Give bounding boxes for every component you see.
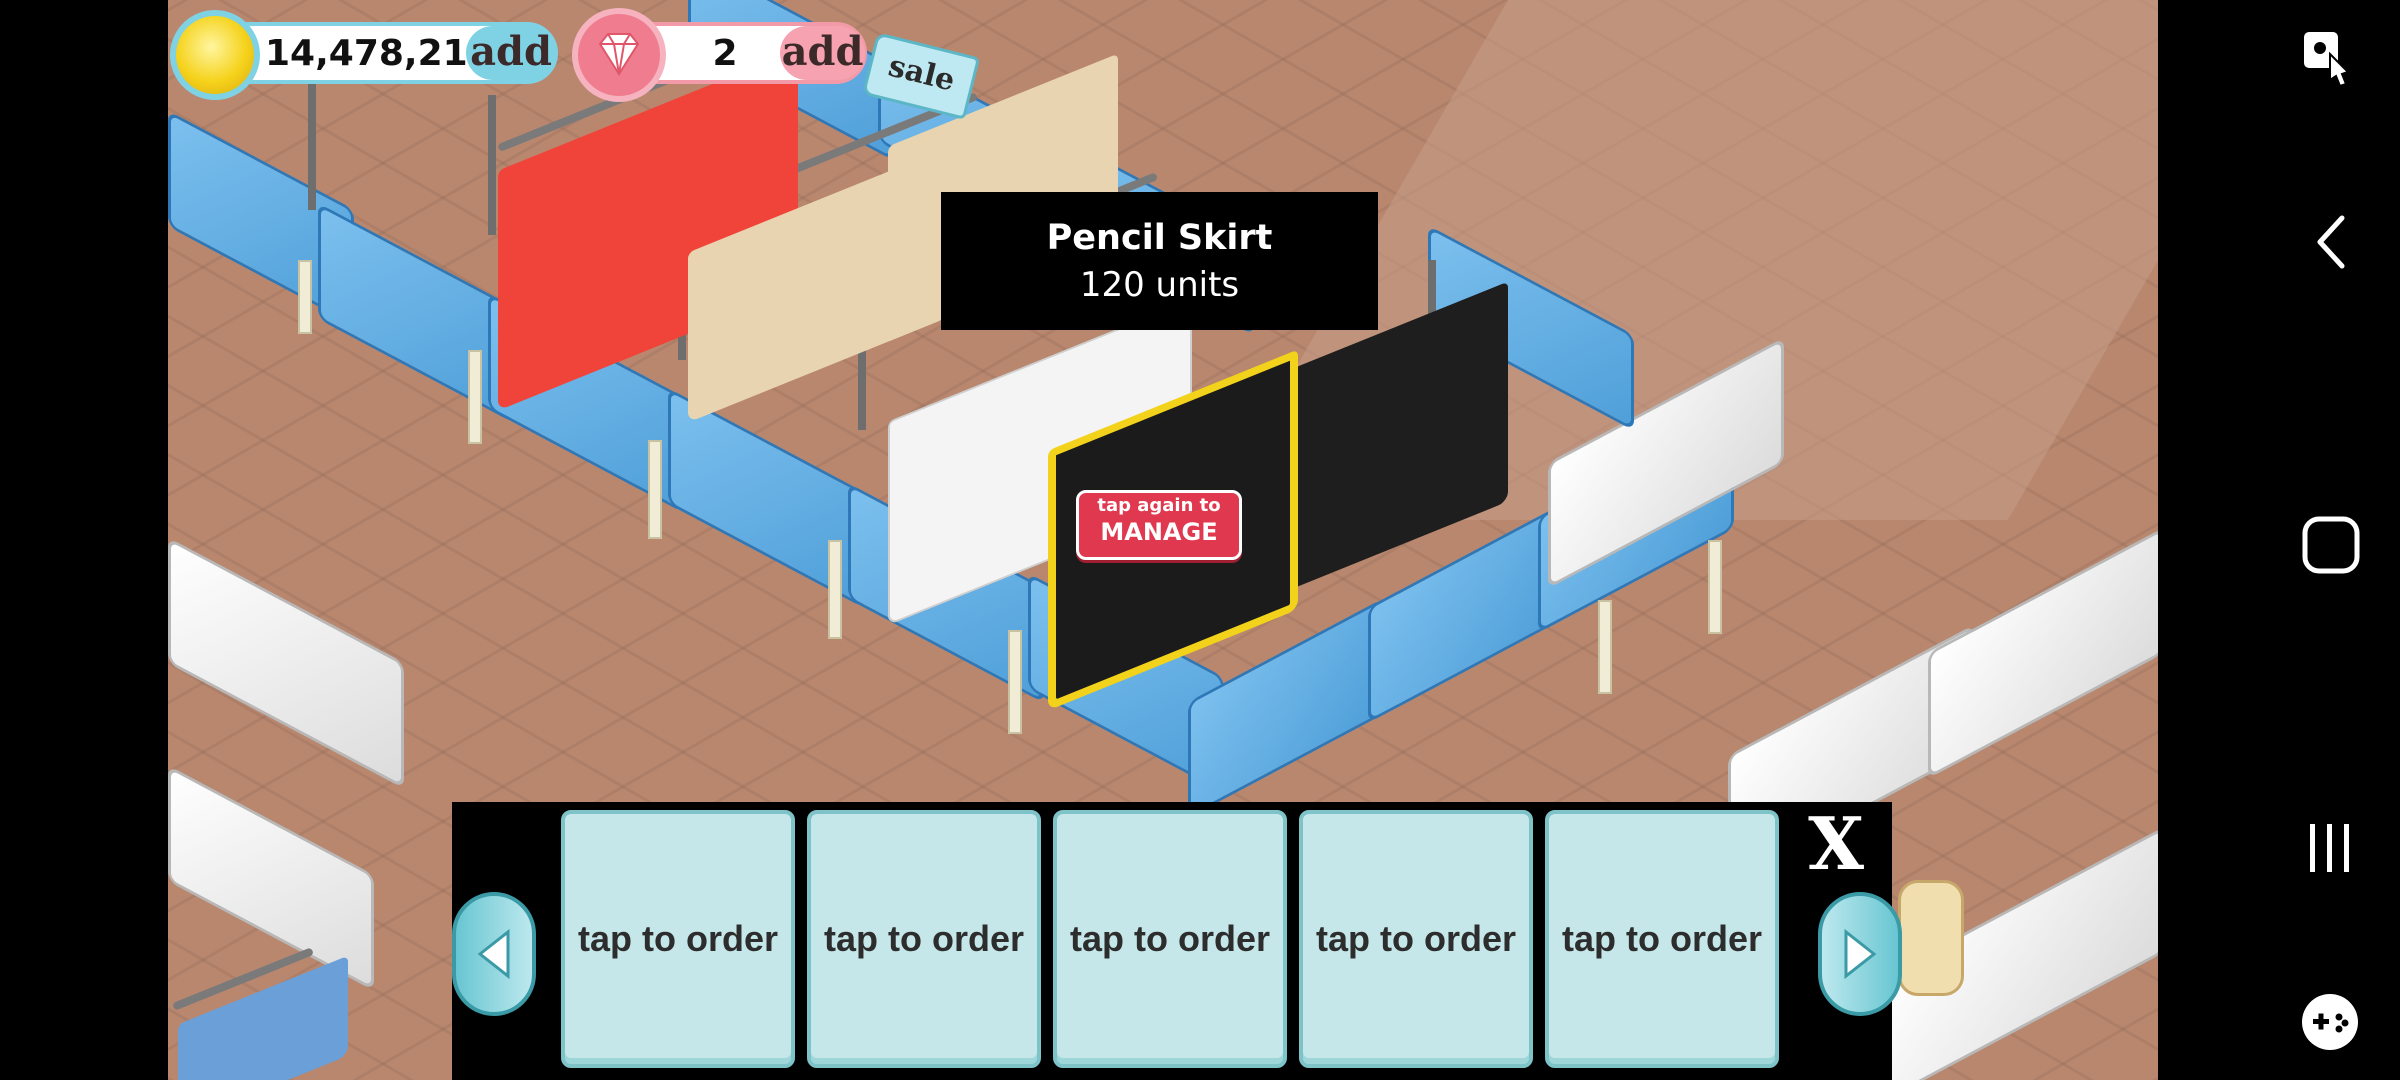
order-slot-1[interactable]: tap to order (561, 810, 795, 1068)
order-slot-label: tap to order (577, 918, 778, 959)
tooltip-item-units: 120 units (1079, 265, 1240, 305)
order-slot-5[interactable]: tap to order (1545, 810, 1779, 1068)
gems-value: 2 (712, 33, 738, 74)
order-slot-label: tap to order (823, 918, 1024, 959)
home-icon[interactable] (2300, 514, 2362, 576)
system-nav-bar (2178, 0, 2400, 1080)
counter-leg (648, 440, 662, 539)
tooltip-item-name: Pencil Skirt (1046, 218, 1273, 258)
counter-leg (1708, 540, 1722, 634)
counter-white[interactable] (1928, 527, 2158, 779)
rack-pole (488, 95, 496, 235)
counter-white[interactable] (168, 537, 404, 789)
order-prev-button[interactable] (452, 892, 536, 1016)
back-icon[interactable] (2310, 210, 2354, 274)
order-slot-label: tap to order (1315, 918, 1516, 959)
order-slot-label: tap to order (1069, 918, 1270, 959)
arrow-left-icon (477, 928, 510, 980)
recents-icon[interactable] (2302, 820, 2358, 876)
rack-pole (308, 80, 316, 210)
game-controller-icon[interactable] (2298, 990, 2362, 1054)
coins-value: 14,478,217 (265, 33, 493, 74)
counter-leg (468, 350, 482, 444)
arrow-right-icon (1844, 928, 1877, 980)
item-tooltip: Pencil Skirt 120 units (941, 192, 1378, 330)
counter-segment[interactable] (318, 202, 514, 424)
counter-leg (298, 260, 312, 334)
manage-badge-line2: MANAGE (1100, 518, 1218, 546)
coins-add-button[interactable]: add (466, 26, 556, 80)
gem-badge (572, 8, 666, 102)
sandals-item[interactable] (1898, 880, 1964, 996)
manage-badge[interactable]: tap again to MANAGE (1076, 490, 1242, 560)
manage-badge-line1: tap again to (1097, 495, 1221, 516)
counter-leg (1598, 600, 1612, 694)
screenshot-icon[interactable] (2302, 28, 2362, 92)
gems-add-button[interactable]: add (780, 26, 865, 80)
order-slot-3[interactable]: tap to order (1053, 810, 1287, 1068)
order-panel-close-button[interactable]: X (1796, 806, 1876, 882)
gem-icon (598, 33, 640, 76)
order-next-button[interactable] (1818, 892, 1902, 1016)
order-slot-label: tap to order (1561, 918, 1762, 959)
order-slot-2[interactable]: tap to order (807, 810, 1041, 1068)
counter-leg (1008, 630, 1022, 734)
order-slot-4[interactable]: tap to order (1299, 810, 1533, 1068)
counter-leg (828, 540, 842, 639)
coin-icon (170, 10, 260, 100)
